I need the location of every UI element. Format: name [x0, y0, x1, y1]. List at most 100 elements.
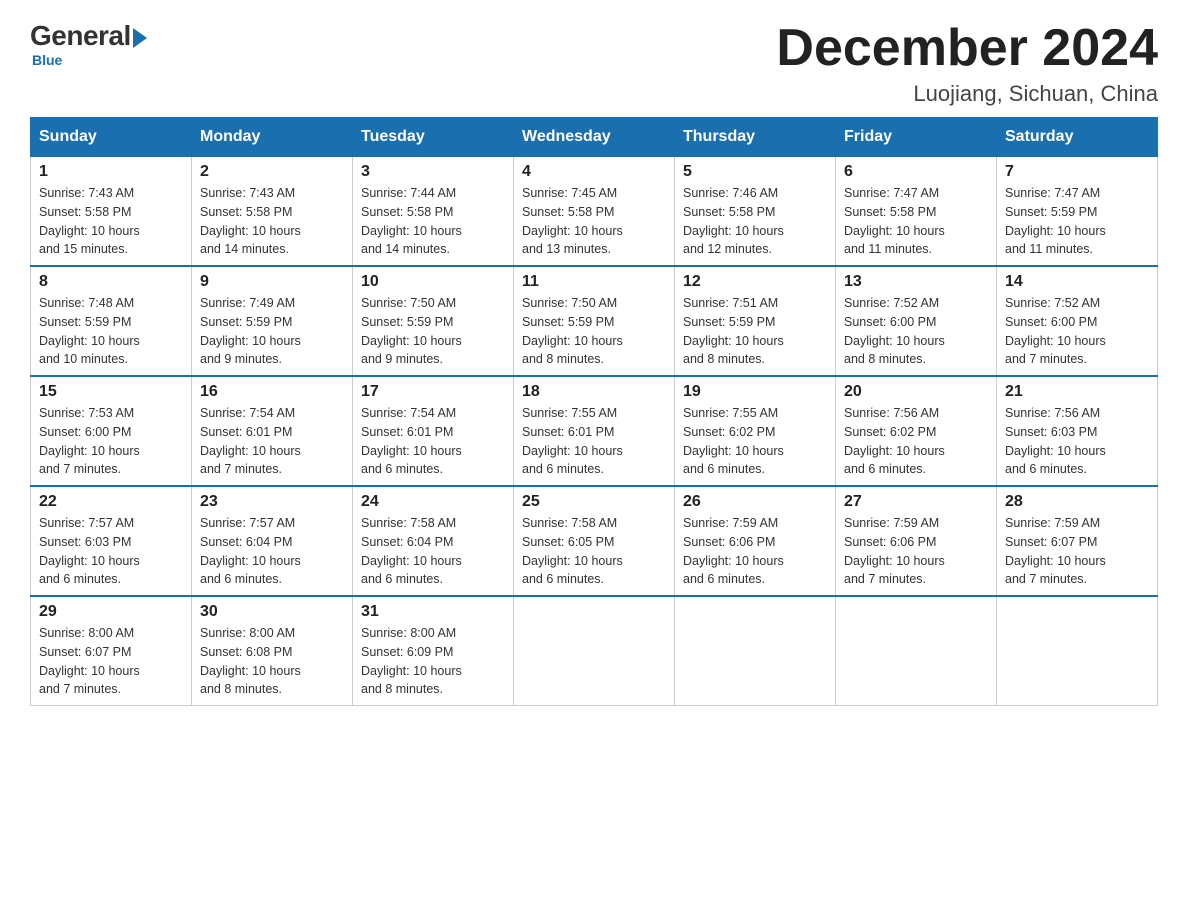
day-header-monday: Monday	[192, 118, 353, 157]
day-number: 4	[522, 163, 666, 181]
day-info: Sunrise: 7:52 AM Sunset: 6:00 PM Dayligh…	[1005, 294, 1149, 369]
calendar-cell: 18 Sunrise: 7:55 AM Sunset: 6:01 PM Dayl…	[514, 376, 675, 486]
calendar-cell: 5 Sunrise: 7:46 AM Sunset: 5:58 PM Dayli…	[675, 157, 836, 267]
day-info: Sunrise: 7:45 AM Sunset: 5:58 PM Dayligh…	[522, 184, 666, 259]
day-number: 2	[200, 163, 344, 181]
calendar-cell: 17 Sunrise: 7:54 AM Sunset: 6:01 PM Dayl…	[353, 376, 514, 486]
calendar-cell: 14 Sunrise: 7:52 AM Sunset: 6:00 PM Dayl…	[997, 266, 1158, 376]
day-number: 13	[844, 273, 988, 291]
day-info: Sunrise: 7:50 AM Sunset: 5:59 PM Dayligh…	[361, 294, 505, 369]
logo-blue-text: Blue	[32, 52, 62, 68]
calendar-cell: 23 Sunrise: 7:57 AM Sunset: 6:04 PM Dayl…	[192, 486, 353, 596]
day-info: Sunrise: 7:57 AM Sunset: 6:04 PM Dayligh…	[200, 514, 344, 589]
calendar-cell: 9 Sunrise: 7:49 AM Sunset: 5:59 PM Dayli…	[192, 266, 353, 376]
day-number: 21	[1005, 383, 1149, 401]
page-header: General Blue December 2024 Luojiang, Sic…	[30, 20, 1158, 107]
calendar-cell	[514, 596, 675, 706]
calendar-week-row: 8 Sunrise: 7:48 AM Sunset: 5:59 PM Dayli…	[31, 266, 1158, 376]
calendar-cell: 8 Sunrise: 7:48 AM Sunset: 5:59 PM Dayli…	[31, 266, 192, 376]
location-subtitle: Luojiang, Sichuan, China	[776, 81, 1158, 107]
calendar-cell: 6 Sunrise: 7:47 AM Sunset: 5:58 PM Dayli…	[836, 157, 997, 267]
day-number: 19	[683, 383, 827, 401]
day-number: 14	[1005, 273, 1149, 291]
calendar-week-row: 1 Sunrise: 7:43 AM Sunset: 5:58 PM Dayli…	[31, 157, 1158, 267]
calendar-cell: 1 Sunrise: 7:43 AM Sunset: 5:58 PM Dayli…	[31, 157, 192, 267]
calendar-cell: 13 Sunrise: 7:52 AM Sunset: 6:00 PM Dayl…	[836, 266, 997, 376]
day-info: Sunrise: 7:43 AM Sunset: 5:58 PM Dayligh…	[39, 184, 183, 259]
calendar-cell: 30 Sunrise: 8:00 AM Sunset: 6:08 PM Dayl…	[192, 596, 353, 706]
day-header-thursday: Thursday	[675, 118, 836, 157]
calendar-cell: 3 Sunrise: 7:44 AM Sunset: 5:58 PM Dayli…	[353, 157, 514, 267]
calendar-cell: 2 Sunrise: 7:43 AM Sunset: 5:58 PM Dayli…	[192, 157, 353, 267]
day-info: Sunrise: 7:59 AM Sunset: 6:06 PM Dayligh…	[683, 514, 827, 589]
day-info: Sunrise: 7:58 AM Sunset: 6:05 PM Dayligh…	[522, 514, 666, 589]
calendar-cell	[836, 596, 997, 706]
calendar-cell: 28 Sunrise: 7:59 AM Sunset: 6:07 PM Dayl…	[997, 486, 1158, 596]
day-info: Sunrise: 7:55 AM Sunset: 6:02 PM Dayligh…	[683, 404, 827, 479]
calendar-week-row: 22 Sunrise: 7:57 AM Sunset: 6:03 PM Dayl…	[31, 486, 1158, 596]
day-number: 7	[1005, 163, 1149, 181]
logo-arrow-icon	[133, 28, 147, 48]
calendar-week-row: 15 Sunrise: 7:53 AM Sunset: 6:00 PM Dayl…	[31, 376, 1158, 486]
calendar-header-row: SundayMondayTuesdayWednesdayThursdayFrid…	[31, 118, 1158, 157]
calendar-cell	[675, 596, 836, 706]
day-info: Sunrise: 7:48 AM Sunset: 5:59 PM Dayligh…	[39, 294, 183, 369]
day-info: Sunrise: 7:47 AM Sunset: 5:58 PM Dayligh…	[844, 184, 988, 259]
calendar-cell: 15 Sunrise: 7:53 AM Sunset: 6:00 PM Dayl…	[31, 376, 192, 486]
calendar-cell	[997, 596, 1158, 706]
day-number: 15	[39, 383, 183, 401]
day-number: 20	[844, 383, 988, 401]
calendar-cell: 29 Sunrise: 8:00 AM Sunset: 6:07 PM Dayl…	[31, 596, 192, 706]
day-info: Sunrise: 7:49 AM Sunset: 5:59 PM Dayligh…	[200, 294, 344, 369]
day-number: 16	[200, 383, 344, 401]
day-number: 26	[683, 493, 827, 511]
day-info: Sunrise: 7:56 AM Sunset: 6:03 PM Dayligh…	[1005, 404, 1149, 479]
logo-general-text: General	[30, 20, 131, 52]
calendar-cell: 16 Sunrise: 7:54 AM Sunset: 6:01 PM Dayl…	[192, 376, 353, 486]
calendar-cell: 10 Sunrise: 7:50 AM Sunset: 5:59 PM Dayl…	[353, 266, 514, 376]
day-number: 18	[522, 383, 666, 401]
day-number: 8	[39, 273, 183, 291]
month-year-title: December 2024	[776, 20, 1158, 77]
calendar-cell: 22 Sunrise: 7:57 AM Sunset: 6:03 PM Dayl…	[31, 486, 192, 596]
day-info: Sunrise: 7:59 AM Sunset: 6:07 PM Dayligh…	[1005, 514, 1149, 589]
day-info: Sunrise: 7:55 AM Sunset: 6:01 PM Dayligh…	[522, 404, 666, 479]
day-info: Sunrise: 7:50 AM Sunset: 5:59 PM Dayligh…	[522, 294, 666, 369]
calendar-week-row: 29 Sunrise: 8:00 AM Sunset: 6:07 PM Dayl…	[31, 596, 1158, 706]
calendar-cell: 12 Sunrise: 7:51 AM Sunset: 5:59 PM Dayl…	[675, 266, 836, 376]
day-header-sunday: Sunday	[31, 118, 192, 157]
day-info: Sunrise: 7:51 AM Sunset: 5:59 PM Dayligh…	[683, 294, 827, 369]
day-number: 3	[361, 163, 505, 181]
day-number: 6	[844, 163, 988, 181]
day-info: Sunrise: 7:43 AM Sunset: 5:58 PM Dayligh…	[200, 184, 344, 259]
day-number: 28	[1005, 493, 1149, 511]
calendar-cell: 11 Sunrise: 7:50 AM Sunset: 5:59 PM Dayl…	[514, 266, 675, 376]
calendar-cell: 19 Sunrise: 7:55 AM Sunset: 6:02 PM Dayl…	[675, 376, 836, 486]
calendar-cell: 21 Sunrise: 7:56 AM Sunset: 6:03 PM Dayl…	[997, 376, 1158, 486]
day-info: Sunrise: 7:47 AM Sunset: 5:59 PM Dayligh…	[1005, 184, 1149, 259]
day-header-friday: Friday	[836, 118, 997, 157]
calendar-cell: 26 Sunrise: 7:59 AM Sunset: 6:06 PM Dayl…	[675, 486, 836, 596]
day-number: 10	[361, 273, 505, 291]
day-info: Sunrise: 7:52 AM Sunset: 6:00 PM Dayligh…	[844, 294, 988, 369]
day-number: 27	[844, 493, 988, 511]
day-number: 17	[361, 383, 505, 401]
day-header-wednesday: Wednesday	[514, 118, 675, 157]
day-number: 30	[200, 603, 344, 621]
day-number: 25	[522, 493, 666, 511]
day-info: Sunrise: 8:00 AM Sunset: 6:08 PM Dayligh…	[200, 624, 344, 699]
day-info: Sunrise: 8:00 AM Sunset: 6:07 PM Dayligh…	[39, 624, 183, 699]
day-info: Sunrise: 7:57 AM Sunset: 6:03 PM Dayligh…	[39, 514, 183, 589]
day-header-saturday: Saturday	[997, 118, 1158, 157]
day-header-tuesday: Tuesday	[353, 118, 514, 157]
day-number: 12	[683, 273, 827, 291]
calendar-cell: 25 Sunrise: 7:58 AM Sunset: 6:05 PM Dayl…	[514, 486, 675, 596]
day-info: Sunrise: 7:44 AM Sunset: 5:58 PM Dayligh…	[361, 184, 505, 259]
day-number: 1	[39, 163, 183, 181]
day-number: 22	[39, 493, 183, 511]
day-number: 5	[683, 163, 827, 181]
day-info: Sunrise: 7:53 AM Sunset: 6:00 PM Dayligh…	[39, 404, 183, 479]
calendar-cell: 27 Sunrise: 7:59 AM Sunset: 6:06 PM Dayl…	[836, 486, 997, 596]
day-info: Sunrise: 7:59 AM Sunset: 6:06 PM Dayligh…	[844, 514, 988, 589]
day-number: 29	[39, 603, 183, 621]
